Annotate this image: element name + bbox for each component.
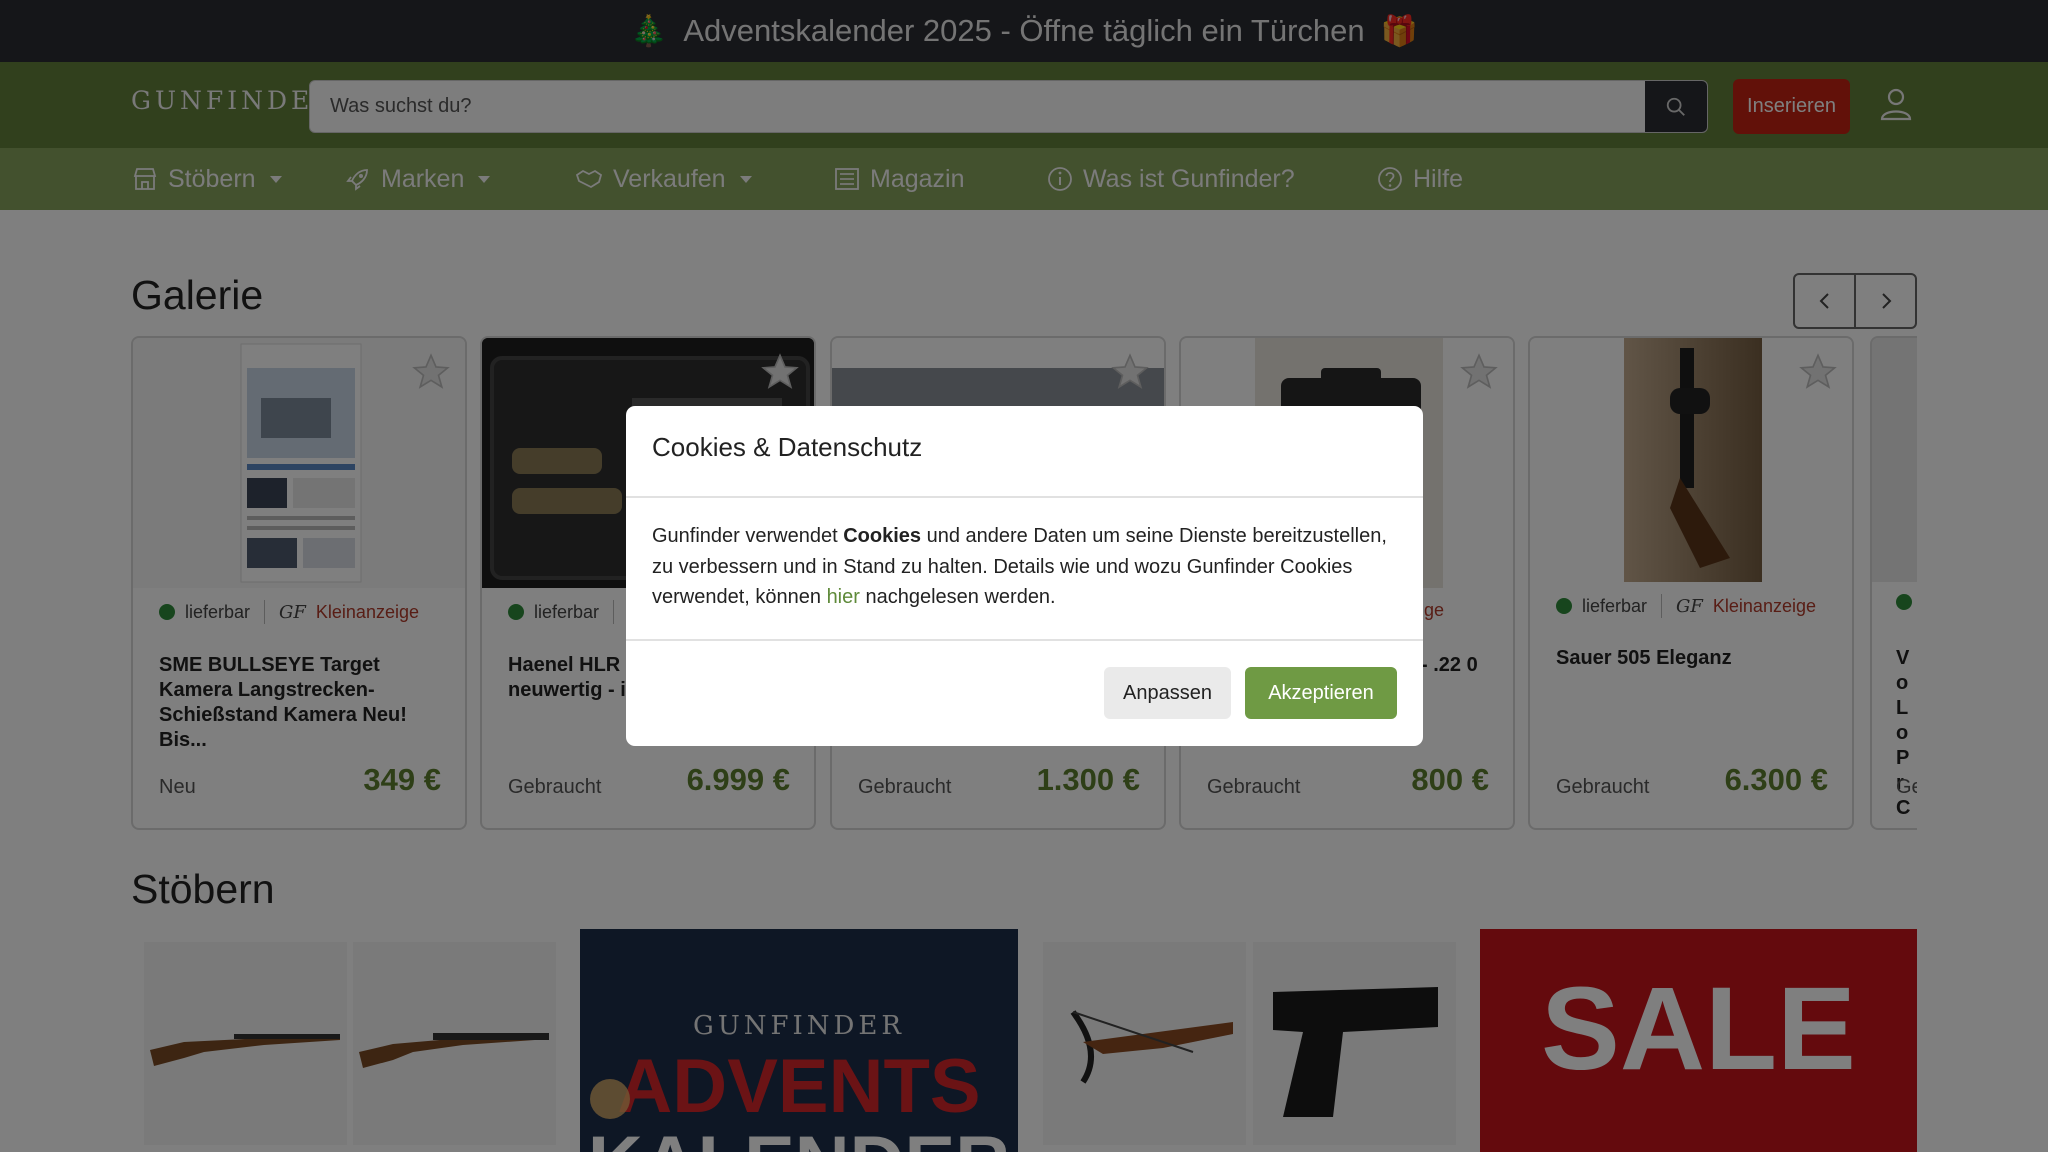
divider <box>626 496 1423 498</box>
body-bold-text: Cookies <box>843 525 922 547</box>
customize-button[interactable]: Anpassen <box>1104 667 1231 719</box>
dialog-title: Cookies & Datenschutz <box>652 432 923 462</box>
dialog-body: Gunfinder verwendet Cookies und andere D… <box>652 521 1397 613</box>
body-text: Gunfinder verwendet <box>652 525 844 547</box>
accept-button[interactable]: Akzeptieren <box>1245 667 1397 719</box>
cookie-consent-dialog: Cookies & Datenschutz Gunfinder verwende… <box>626 406 1423 746</box>
privacy-details-link[interactable]: hier <box>827 586 860 608</box>
divider <box>626 639 1423 641</box>
body-text: nachgelesen werden. <box>859 586 1056 608</box>
